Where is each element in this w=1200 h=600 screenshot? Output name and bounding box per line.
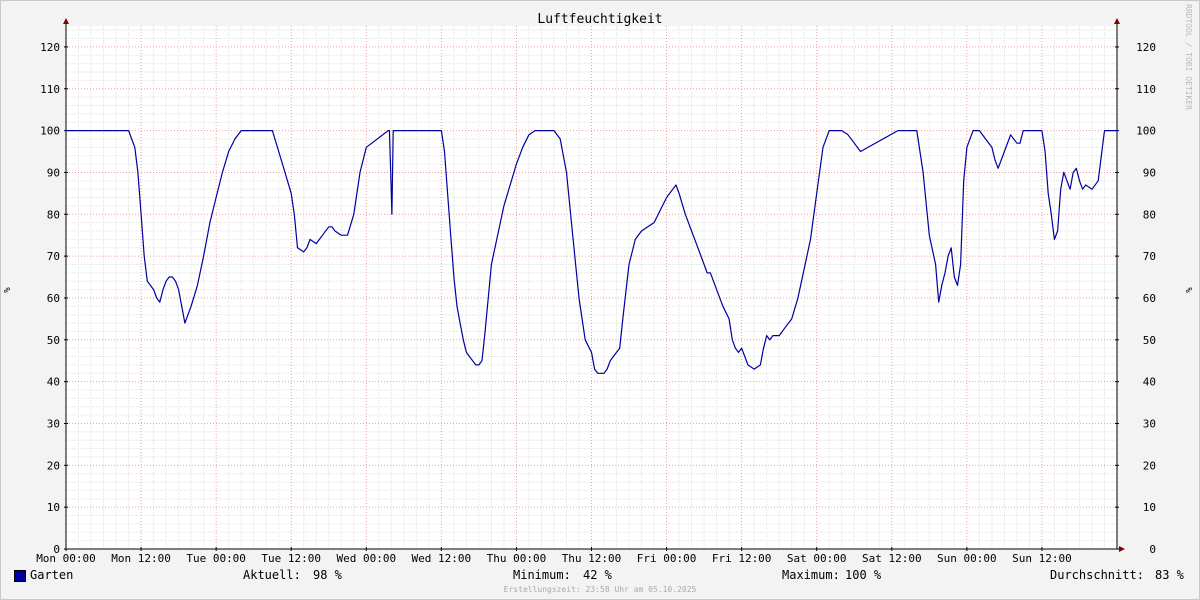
humidity-chart: 0 10 20 30 40 50 60 70 80 90 100 110 120 0 10 20 30 40 50… [3, 12, 1195, 565]
y-tick-label-right: 90 [1143, 166, 1156, 179]
x-tick-label: Sat 12:00 [862, 552, 922, 565]
y-tick-labels-left: 0102030405060708090100110120 [40, 41, 60, 556]
x-tick-label: Mon 00:00 [36, 552, 96, 565]
y-tick-label-right: 20 [1143, 459, 1156, 472]
y-axis-label-left: % [3, 287, 13, 293]
legend-aktuell-value: 98 % [313, 568, 342, 582]
x-axis-arrow [1119, 546, 1125, 552]
y-tick-label-right: 80 [1143, 208, 1156, 221]
y-tick-label-right: 110 [1136, 83, 1156, 96]
y-tick-label-right: 70 [1143, 250, 1156, 263]
chart-title: Luftfeuchtigkeit [537, 12, 662, 27]
legend-maximum-value: 100 % [845, 568, 882, 582]
x-tick-label: Sun 00:00 [937, 552, 997, 565]
x-tick-label: Tue 00:00 [186, 552, 246, 565]
y-tick-label: 60 [47, 292, 60, 305]
y-tick-label: 20 [47, 459, 60, 472]
y-axis-arrow-left [63, 18, 69, 24]
x-tick-label: Thu 00:00 [487, 552, 547, 565]
y-axis-arrow-right [1114, 18, 1120, 24]
y-tick-label: 70 [47, 250, 60, 263]
y-tick-label-right: 50 [1143, 334, 1156, 347]
y-tick-label-right: 100 [1136, 125, 1156, 138]
y-tick-label: 90 [47, 166, 60, 179]
rrdtool-watermark: RRDTOOL / TOBI OETIKER [1184, 4, 1193, 110]
y-tick-label-right: 30 [1143, 417, 1156, 430]
footer-timestamp: Erstellungszeit: 23:58 Uhr am 05.10.2025 [503, 585, 697, 594]
y-tick-label: 120 [40, 41, 60, 54]
y-axis-label-right: % [1185, 287, 1195, 293]
legend-minimum-label: Minimum: [513, 568, 571, 582]
legend-durchschnitt-label: Durchschnitt: [1050, 568, 1144, 582]
x-tick-label: Sun 12:00 [1012, 552, 1072, 565]
x-tick-labels: Mon 00:00 Mon 12:00 Tue 00:00 Tue 12:00 Wed … [36, 552, 1072, 565]
x-tick-label: Tue 12:00 [261, 552, 321, 565]
legend-series-name: Garten [30, 568, 74, 582]
x-tick-label: Fri 00:00 [637, 552, 697, 565]
legend-minimum-value: 42 % [583, 568, 612, 582]
y-tick-label: 50 [47, 334, 60, 347]
y-tick-label-right: 120 [1136, 41, 1156, 54]
legend-durchschnitt-value: 83 % [1155, 568, 1184, 582]
y-tick-label: 30 [47, 417, 60, 430]
y-tick-label-right: 60 [1143, 292, 1156, 305]
y-tick-labels-right: 0 10 20 30 40 50 60 70 80 90 100 110 120 [1136, 41, 1156, 556]
y-tick-label: 10 [47, 501, 60, 514]
y-tick-label-right: 10 [1143, 501, 1156, 514]
y-tick-label-right: 0 [1149, 543, 1156, 556]
x-tick-label: Fri 12:00 [712, 552, 772, 565]
y-tick-label-right: 40 [1143, 376, 1156, 389]
x-tick-label: Sat 00:00 [787, 552, 847, 565]
x-tick-label: Wed 00:00 [336, 552, 396, 565]
y-tick-label: 100 [40, 125, 60, 138]
legend-maximum-label: Maximum: [782, 568, 840, 582]
y-tick-label: 40 [47, 376, 60, 389]
y-tick-label: 80 [47, 208, 60, 221]
x-tick-label: Thu 12:00 [562, 552, 622, 565]
x-tick-label: Mon 12:00 [111, 552, 171, 565]
legend-aktuell-label: Aktuell: [243, 568, 301, 582]
x-tick-label: Wed 12:00 [412, 552, 472, 565]
legend: Garten Aktuell: 98 % Minimum: 42 % Maxim… [0, 568, 1200, 584]
y-tick-label: 110 [40, 83, 60, 96]
